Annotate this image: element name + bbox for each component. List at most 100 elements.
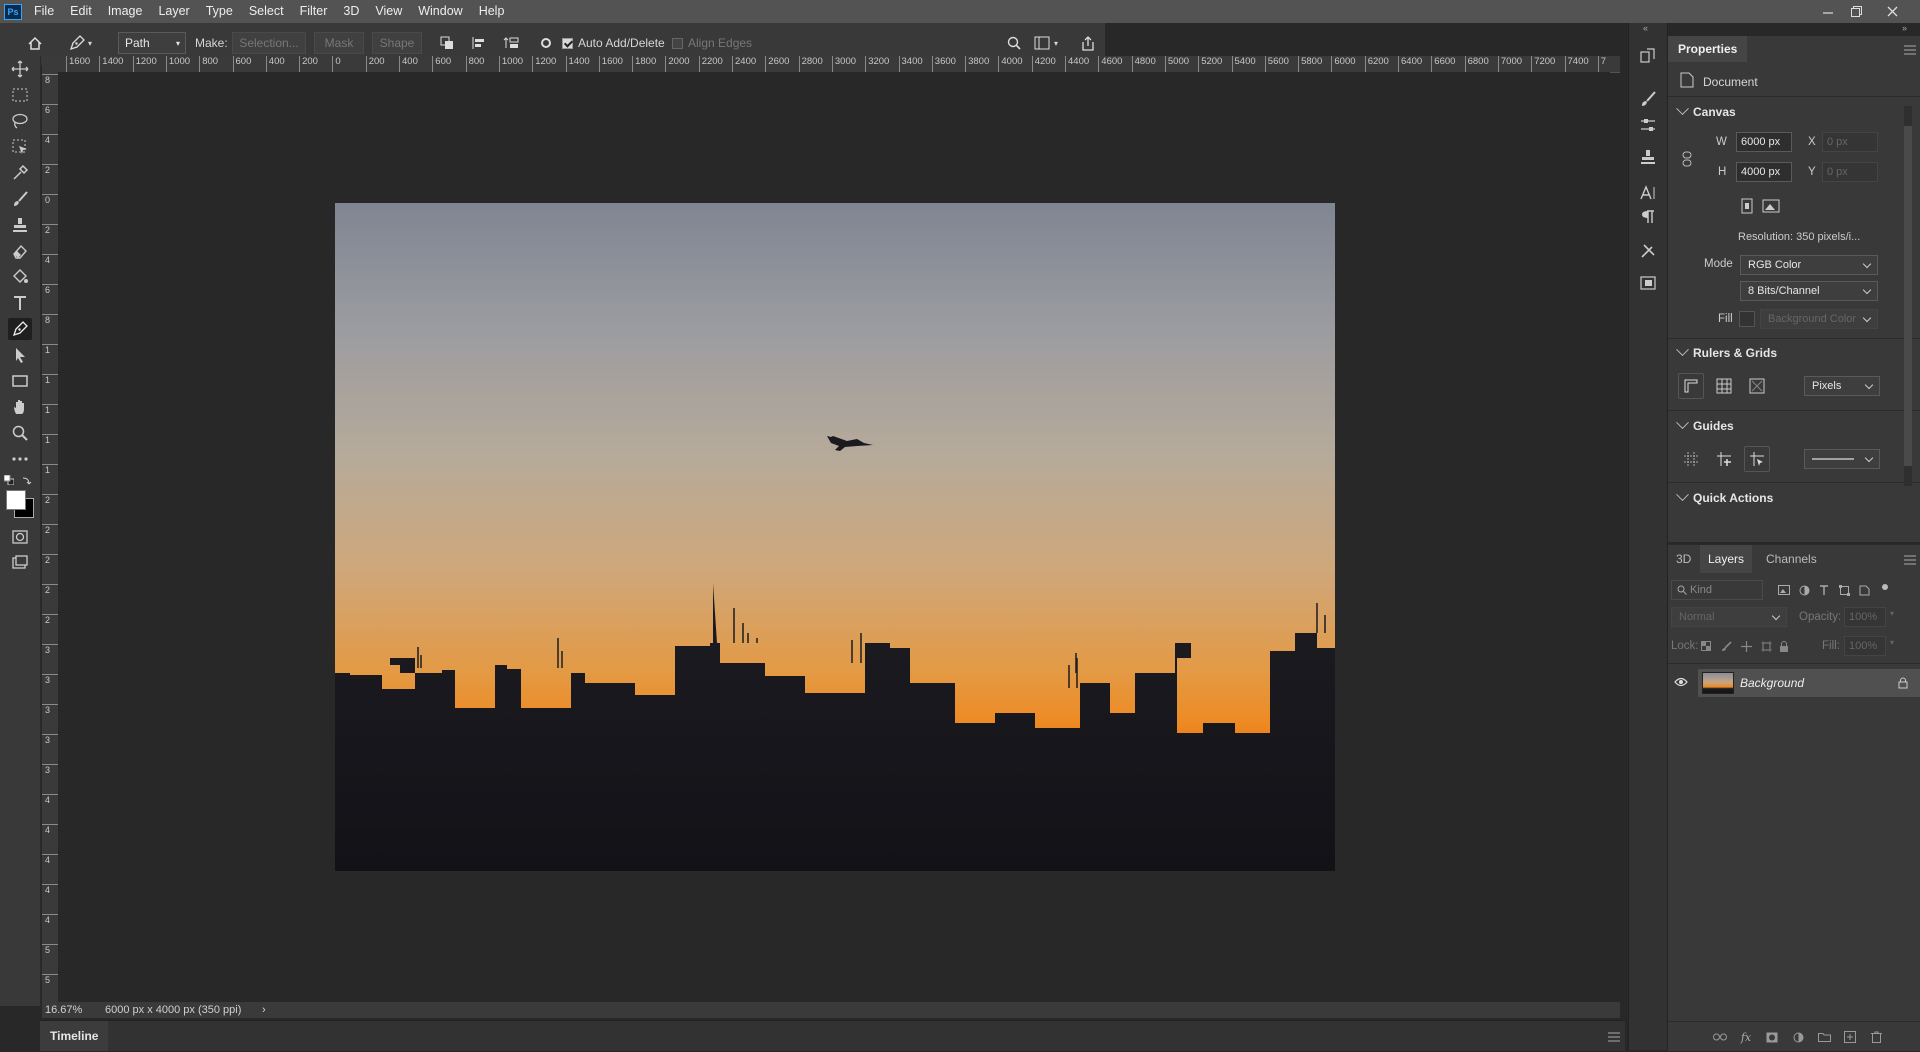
close-icon[interactable]	[1878, 0, 1906, 23]
filter-pixel-icon[interactable]	[1776, 583, 1792, 597]
eyedropper-tool-icon[interactable]	[8, 162, 32, 184]
zoom-tool-icon[interactable]	[8, 422, 32, 444]
new-adjustment-layer-icon[interactable]	[1790, 1030, 1806, 1044]
link-layers-icon[interactable]	[1712, 1030, 1728, 1044]
guides-toggle-icon[interactable]	[1678, 446, 1704, 472]
fx-icon[interactable]: fx	[1738, 1030, 1754, 1044]
ruler-units-dropdown[interactable]: Pixels	[1804, 376, 1880, 396]
canvas-height-input[interactable]: 4000 px	[1736, 162, 1792, 182]
lock-icon[interactable]	[1898, 677, 1908, 692]
type-tool-icon[interactable]	[8, 292, 32, 314]
quick-actions-section-header[interactable]: Quick Actions	[1668, 487, 1920, 509]
fill-dropdown[interactable]: Background Color	[1760, 309, 1878, 329]
blend-mode-dropdown[interactable]: Normal	[1671, 607, 1787, 627]
menu-file[interactable]: File	[26, 0, 62, 23]
lock-transparent-pixels-icon[interactable]	[1698, 639, 1714, 653]
status-expand-icon[interactable]: ›	[262, 1002, 266, 1018]
canvas-section-header[interactable]: Canvas	[1668, 101, 1920, 123]
home-icon[interactable]	[22, 32, 48, 54]
search-icon[interactable]	[1004, 32, 1024, 54]
canvas-y-input[interactable]: 0 px	[1822, 162, 1878, 182]
tab-3d[interactable]: 3D	[1668, 545, 1699, 573]
menu-type[interactable]: Type	[198, 0, 241, 23]
panel-menu-icon[interactable]	[1904, 554, 1916, 568]
lock-artboard-icon[interactable]	[1758, 639, 1774, 653]
pen-tool-icon[interactable]	[8, 318, 32, 340]
filter-smart-object-icon[interactable]	[1856, 583, 1872, 597]
menu-image[interactable]: Image	[100, 0, 151, 23]
screen-mode-icon[interactable]	[8, 552, 32, 574]
quick-mask-icon[interactable]	[8, 526, 32, 548]
filter-type-icon[interactable]	[1816, 583, 1832, 597]
filter-adjustment-icon[interactable]	[1796, 583, 1812, 597]
new-guide-icon[interactable]	[1711, 446, 1737, 472]
menu-filter[interactable]: Filter	[292, 0, 336, 23]
make-mask-button[interactable]: Mask	[314, 32, 364, 54]
path-alignment-icon[interactable]	[468, 32, 490, 54]
rulers-grids-section-header[interactable]: Rulers & Grids	[1668, 342, 1920, 364]
fill-color-swatch[interactable]	[1739, 311, 1755, 327]
pixel-grid-icon[interactable]	[1744, 373, 1770, 399]
character-icon[interactable]	[1638, 183, 1658, 203]
menu-view[interactable]: View	[367, 0, 410, 23]
default-colors-icon[interactable]	[3, 474, 15, 486]
lock-position-icon[interactable]	[1738, 639, 1754, 653]
workspace-switcher[interactable]: ▾	[1034, 32, 1066, 54]
filter-toggle-icon[interactable]	[1882, 584, 1888, 590]
path-operations-icon[interactable]	[436, 32, 458, 54]
canvas-x-input[interactable]: 0 px	[1822, 132, 1878, 152]
panel-menu-icon[interactable]	[1904, 44, 1916, 58]
menu-edit[interactable]: Edit	[62, 0, 100, 23]
lock-all-icon[interactable]	[1776, 639, 1792, 653]
brush-settings-icon[interactable]	[1638, 89, 1658, 109]
brush-tool-icon[interactable]	[8, 188, 32, 210]
properties-tab[interactable]: Properties	[1668, 36, 1748, 62]
smart-guides-icon[interactable]	[1744, 446, 1770, 472]
fill-input[interactable]: 100%	[1844, 636, 1886, 656]
grid-icon[interactable]	[1711, 373, 1737, 399]
tool-preset-picker[interactable]: ▾	[68, 32, 102, 54]
layer-filter-kind-dropdown[interactable]: Kind	[1671, 580, 1763, 600]
filter-shape-icon[interactable]	[1836, 583, 1852, 597]
chevron-down-icon[interactable]: ▾	[1890, 609, 1894, 618]
lasso-tool-icon[interactable]	[8, 110, 32, 132]
eraser-tool-icon[interactable]	[8, 240, 32, 262]
foreground-color-swatch[interactable]	[6, 490, 26, 510]
menu-select[interactable]: Select	[241, 0, 292, 23]
align-edges-checkbox[interactable]: Align Edges	[672, 32, 752, 54]
canvas-width-input[interactable]: 6000 px	[1736, 132, 1792, 152]
object-selection-tool-icon[interactable]	[8, 136, 32, 158]
opacity-input[interactable]: 100%	[1844, 607, 1886, 627]
new-group-icon[interactable]	[1816, 1030, 1832, 1044]
menu-window[interactable]: Window	[410, 0, 470, 23]
pen-mode-dropdown[interactable]: Path ▾	[118, 32, 186, 54]
path-arrangement-icon[interactable]	[500, 32, 522, 54]
ruler-toggle-icon[interactable]	[1678, 373, 1704, 399]
properties-scrollbar[interactable]	[1904, 106, 1912, 486]
restore-icon[interactable]	[1842, 0, 1870, 23]
auto-add-delete-checkbox[interactable]: Auto Add/Delete	[562, 32, 665, 54]
tab-layers[interactable]: Layers	[1700, 545, 1753, 573]
make-shape-button[interactable]: Shape	[372, 32, 422, 54]
paint-bucket-tool-icon[interactable]	[8, 266, 32, 288]
clone-source-icon[interactable]	[1638, 147, 1658, 167]
menu-help[interactable]: Help	[471, 0, 513, 23]
minimize-icon[interactable]	[1814, 0, 1842, 23]
move-tool-icon[interactable]	[8, 58, 32, 80]
chevron-down-icon[interactable]: ▾	[1890, 638, 1894, 647]
rectangle-tool-icon[interactable]	[8, 370, 32, 392]
add-mask-icon[interactable]	[1764, 1030, 1780, 1044]
eye-visibility-icon[interactable]	[1674, 676, 1688, 690]
path-selection-tool-icon[interactable]	[8, 344, 32, 366]
guide-style-dropdown[interactable]	[1804, 449, 1880, 469]
panel-menu-icon[interactable]	[1608, 1031, 1620, 1045]
tool-presets-icon[interactable]	[1638, 241, 1658, 261]
guides-section-header[interactable]: Guides	[1668, 415, 1920, 437]
landscape-orientation-icon[interactable]	[1762, 198, 1780, 217]
collapse-strip-icon[interactable]: «	[1643, 23, 1648, 33]
gear-icon[interactable]	[536, 32, 556, 54]
document-image[interactable]	[335, 203, 1335, 871]
hand-tool-icon[interactable]	[8, 396, 32, 418]
layer-row[interactable]: Background	[1698, 669, 1920, 697]
timeline-tab[interactable]: Timeline	[40, 1021, 109, 1051]
